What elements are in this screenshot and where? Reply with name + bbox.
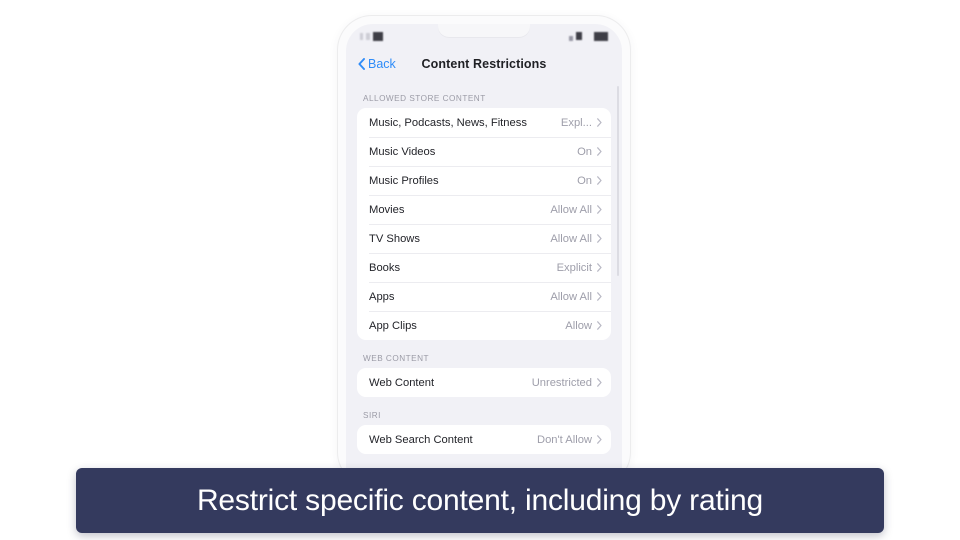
- caption-banner: Restrict specific content, including by …: [76, 468, 884, 533]
- list-item-value: Unrestricted: [531, 376, 592, 389]
- list-item-accessory: Don't Allow: [532, 434, 602, 446]
- list-item-accessory: On: [572, 175, 602, 187]
- list-item-accessory: Allow All: [545, 204, 602, 216]
- settings-card-web-content: Web Content Unrestricted: [357, 368, 611, 397]
- list-item-value: Don't Allow: [537, 433, 592, 446]
- list-item[interactable]: Music Videos On: [357, 137, 611, 166]
- settings-card-siri: Web Search Content Don't Allow: [357, 425, 611, 454]
- list-item-accessory: Explicit: [552, 262, 602, 274]
- chevron-right-icon: [597, 234, 602, 243]
- list-item[interactable]: TV Shows Allow All: [357, 224, 611, 253]
- list-item-label: Movies: [369, 203, 405, 216]
- list-item-accessory: On: [572, 146, 602, 158]
- list-item-value: Explicit: [556, 261, 592, 274]
- settings-scroll-area[interactable]: ALLOWED STORE CONTENT Music, Podcasts, N…: [346, 80, 622, 486]
- vertical-scrollbar[interactable]: [617, 86, 619, 276]
- chevron-right-icon: [597, 321, 602, 330]
- status-bar-left: [360, 31, 383, 41]
- list-item[interactable]: App Clips Allow: [357, 311, 611, 340]
- list-item-value: Allow All: [550, 290, 592, 303]
- chevron-right-icon: [597, 435, 602, 444]
- back-button-label: Back: [368, 57, 396, 71]
- list-item-value: On: [577, 145, 592, 158]
- list-item-accessory: Allow: [560, 320, 602, 332]
- list-item-value: Allow All: [550, 203, 592, 216]
- signal-icon: [373, 31, 383, 41]
- list-item[interactable]: Books Explicit: [357, 253, 611, 282]
- list-item-label: TV Shows: [369, 232, 420, 245]
- navigation-bar: Back Content Restrictions: [346, 48, 622, 80]
- caption-text: Restrict specific content, including by …: [196, 483, 764, 517]
- battery-icon: [594, 31, 608, 41]
- list-item[interactable]: Apps Allow All: [357, 282, 611, 311]
- status-time-glyph: [360, 32, 363, 40]
- list-item-label: App Clips: [369, 319, 417, 332]
- list-item-value: Allow All: [550, 232, 592, 245]
- list-item-value: Expl...: [560, 116, 592, 129]
- list-item-label: Apps: [369, 290, 395, 303]
- chevron-right-icon: [597, 378, 602, 387]
- chevron-right-icon: [597, 205, 602, 214]
- chevron-right-icon: [597, 263, 602, 272]
- list-item-value: On: [577, 174, 592, 187]
- list-item-label: Web Search Content: [369, 433, 473, 446]
- wifi-icon: [569, 35, 573, 41]
- section-header-web-content: WEB CONTENT: [363, 354, 429, 363]
- chevron-right-icon: [597, 292, 602, 301]
- list-item[interactable]: Web Search Content Don't Allow: [357, 425, 611, 454]
- back-button[interactable]: Back: [358, 57, 396, 71]
- chevron-right-icon: [597, 176, 602, 185]
- list-item-accessory: Expl...: [556, 117, 602, 129]
- chevron-right-icon: [597, 147, 602, 156]
- list-item-value: Allow: [565, 319, 592, 332]
- status-time-glyph: [366, 32, 370, 40]
- settings-card-allowed-store-content: Music, Podcasts, News, Fitness Expl... M…: [357, 108, 611, 340]
- chevron-right-icon: [597, 118, 602, 127]
- list-item-label: Web Content: [369, 376, 435, 389]
- list-item-accessory: Allow All: [545, 291, 602, 303]
- list-item-label: Music, Podcasts, News, Fitness: [369, 116, 527, 129]
- list-item-label: Books: [369, 261, 401, 274]
- list-item-label: Music Profiles: [369, 174, 439, 187]
- list-item-accessory: Unrestricted: [527, 377, 602, 389]
- list-item[interactable]: Movies Allow All: [357, 195, 611, 224]
- list-item[interactable]: Music, Podcasts, News, Fitness Expl...: [357, 108, 611, 137]
- section-header-allowed-store-content: ALLOWED STORE CONTENT: [363, 94, 486, 103]
- phone-notch: [438, 24, 530, 37]
- list-item-accessory: Allow All: [545, 233, 602, 245]
- list-item[interactable]: Web Content Unrestricted: [357, 368, 611, 397]
- status-bar-right: [569, 31, 608, 41]
- list-item[interactable]: Music Profiles On: [357, 166, 611, 195]
- signal-icon: [576, 32, 582, 40]
- section-header-siri: SIRI: [363, 411, 381, 420]
- phone-device-frame: Back Content Restrictions ALLOWED STORE …: [338, 16, 630, 486]
- chevron-left-icon: [358, 58, 365, 70]
- list-item-label: Music Videos: [369, 145, 436, 158]
- phone-screen: Back Content Restrictions ALLOWED STORE …: [346, 24, 622, 486]
